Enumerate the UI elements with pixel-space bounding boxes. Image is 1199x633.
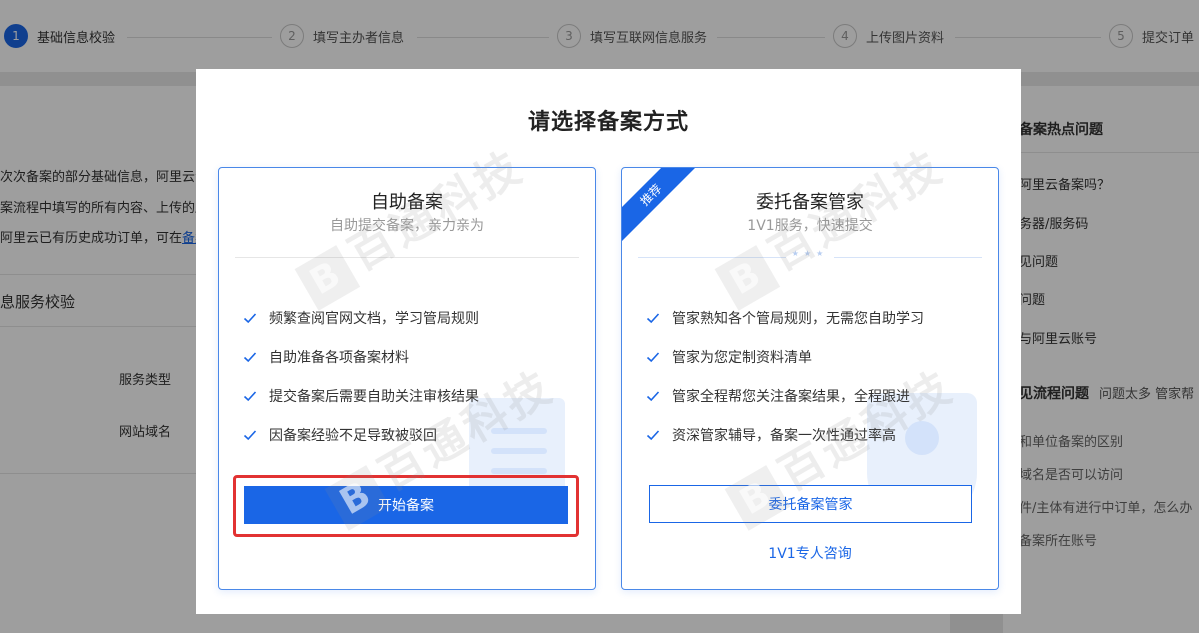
check-icon <box>646 312 660 323</box>
feature-item: 提交备案后需要自助关注审核结果 <box>243 386 479 405</box>
card-subtitle: 1V1服务，快速提交 <box>747 218 873 234</box>
check-icon <box>243 351 257 362</box>
feature-item: 自助准备各项备案材料 <box>243 347 479 366</box>
feature-item: 管家为您定制资料清单 <box>646 347 924 366</box>
card-title: 委托备案管家 <box>756 192 864 213</box>
feature-list: 频繁查阅官网文档，学习管局规则 自助准备各项备案材料 提交备案后需要自助关注审核… <box>243 308 479 464</box>
feature-item: 资深管家辅导，备案一次性通过率高 <box>646 425 924 444</box>
feature-item: 管家全程帮您关注备案结果，全程跟进 <box>646 386 924 405</box>
check-icon <box>243 312 257 323</box>
divider-stars: ★★★ <box>622 249 998 258</box>
check-icon <box>243 390 257 401</box>
card-title: 自助备案 <box>371 192 443 213</box>
feature-text: 资深管家辅导，备案一次性通过率高 <box>672 427 896 444</box>
feature-item: 管家熟知各个管局规则，无需您自助学习 <box>646 308 924 327</box>
feature-text: 因备案经验不足导致被驳回 <box>269 427 437 444</box>
filing-method-dialog: 请选择备案方式 自助备案 自助提交备案，亲力亲为 频繁查阅官网文档，学习管局规则… <box>196 69 1021 614</box>
start-filing-button[interactable]: 开始备案 <box>244 486 568 524</box>
consult-link[interactable]: 1V1专人咨询 <box>622 543 998 563</box>
managed-filing-card[interactable]: 推荐 委托备案管家 1V1服务，快速提交 ★★★ 管家熟知各个管局规则，无需您自… <box>621 167 999 590</box>
card-divider <box>235 257 579 258</box>
feature-text: 提交备案后需要自助关注审核结果 <box>269 388 479 405</box>
check-icon <box>646 351 660 362</box>
check-icon <box>646 429 660 440</box>
card-subtitle: 自助提交备案，亲力亲为 <box>330 218 484 234</box>
feature-text: 管家为您定制资料清单 <box>672 349 812 366</box>
dialog-title: 请选择备案方式 <box>527 110 689 135</box>
entrust-manager-button[interactable]: 委托备案管家 <box>649 485 972 523</box>
feature-text: 管家全程帮您关注备案结果，全程跟进 <box>672 388 910 405</box>
feature-text: 频繁查阅官网文档，学习管局规则 <box>269 310 479 327</box>
feature-item: 频繁查阅官网文档，学习管局规则 <box>243 308 479 327</box>
feature-list: 管家熟知各个管局规则，无需您自助学习 管家为您定制资料清单 管家全程帮您关注备案… <box>646 308 924 464</box>
self-filing-card[interactable]: 自助备案 自助提交备案，亲力亲为 频繁查阅官网文档，学习管局规则 自助准备各项备… <box>218 167 596 590</box>
check-icon <box>243 429 257 440</box>
feature-text: 管家熟知各个管局规则，无需您自助学习 <box>672 310 924 327</box>
feature-text: 自助准备各项备案材料 <box>269 349 409 366</box>
check-icon <box>646 390 660 401</box>
feature-item: 因备案经验不足导致被驳回 <box>243 425 479 444</box>
